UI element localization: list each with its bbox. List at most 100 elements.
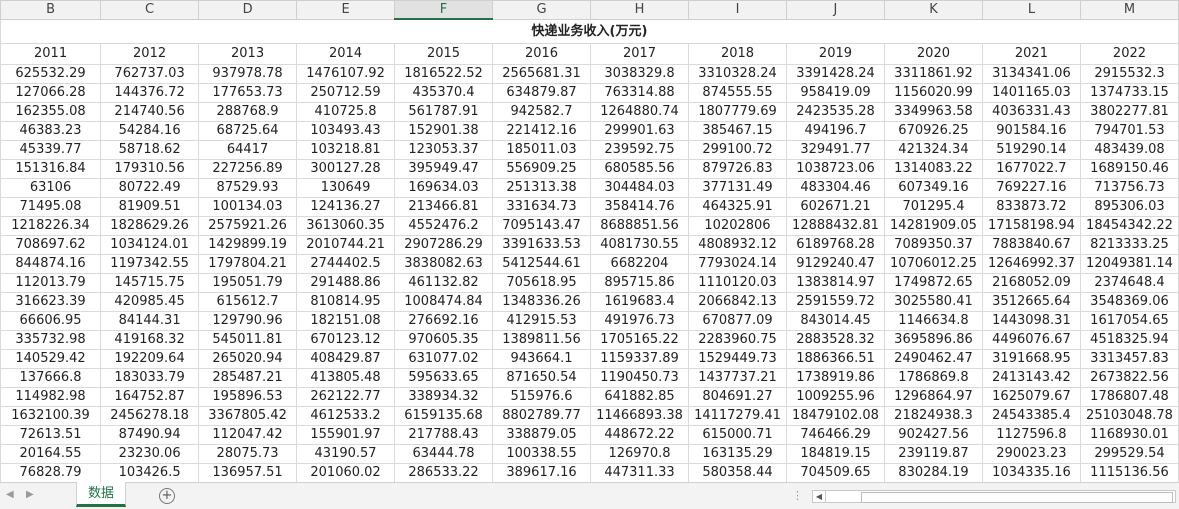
data-cell[interactable]: 81909.51: [100, 197, 200, 217]
data-cell[interactable]: 3367805.42: [198, 406, 298, 426]
data-cell[interactable]: 2423535.28: [785, 102, 885, 122]
data-cell[interactable]: 1529449.73: [688, 349, 787, 369]
data-cell[interactable]: 28075.73: [198, 444, 298, 464]
scroll-left-icon[interactable]: ◀: [813, 491, 826, 502]
year-cell[interactable]: 2016: [492, 43, 592, 65]
data-cell[interactable]: 21824938.3: [883, 406, 983, 426]
data-cell[interactable]: 1625079.67: [981, 387, 1081, 407]
data-cell[interactable]: 213466.81: [394, 197, 494, 217]
data-cell[interactable]: 1401165.03: [981, 83, 1081, 103]
data-cell[interactable]: 580358.44: [688, 463, 787, 482]
data-cell[interactable]: 8802789.77: [492, 406, 592, 426]
data-cell[interactable]: 1146634.8: [883, 311, 983, 331]
data-cell[interactable]: 1115136.56: [1079, 463, 1179, 482]
data-cell[interactable]: 185011.03: [492, 140, 592, 160]
data-cell[interactable]: 299100.72: [688, 140, 787, 160]
data-cell[interactable]: 17158198.94: [981, 216, 1081, 236]
data-cell[interactable]: 3349963.58: [883, 102, 983, 122]
data-cell[interactable]: 389617.16: [492, 463, 592, 482]
year-cell[interactable]: 2018: [688, 43, 787, 65]
data-cell[interactable]: 87490.94: [100, 425, 200, 445]
year-cell[interactable]: 2012: [100, 43, 200, 65]
data-cell[interactable]: 602671.21: [785, 197, 885, 217]
data-cell[interactable]: 1127596.8: [981, 425, 1081, 445]
data-cell[interactable]: 3548369.06: [1079, 292, 1179, 312]
data-cell[interactable]: 250712.59: [296, 83, 396, 103]
data-cell[interactable]: 1008474.84: [394, 292, 494, 312]
data-cell[interactable]: 670926.25: [883, 121, 983, 141]
data-cell[interactable]: 1816522.52: [394, 64, 494, 84]
data-cell[interactable]: 76828.79: [0, 463, 102, 482]
data-cell[interactable]: 72613.51: [0, 425, 102, 445]
data-cell[interactable]: 1264880.74: [590, 102, 689, 122]
data-cell[interactable]: 18479102.08: [785, 406, 885, 426]
data-cell[interactable]: 3313457.83: [1079, 349, 1179, 369]
data-cell[interactable]: 286533.22: [394, 463, 494, 482]
data-cell[interactable]: 447311.33: [590, 463, 689, 482]
data-cell[interactable]: 421324.34: [883, 140, 983, 160]
data-cell[interactable]: 71495.08: [0, 197, 102, 217]
data-cell[interactable]: 1749872.65: [883, 273, 983, 293]
data-cell[interactable]: 435370.4: [394, 83, 494, 103]
data-cell[interactable]: 14117279.41: [688, 406, 787, 426]
data-cell[interactable]: 10706012.25: [883, 254, 983, 274]
splitter-icon[interactable]: ⋮: [792, 489, 803, 503]
data-cell[interactable]: 1383814.97: [785, 273, 885, 293]
data-cell[interactable]: 3802277.81: [1079, 102, 1179, 122]
data-cell[interactable]: 103218.81: [296, 140, 396, 160]
data-cell[interactable]: 1159337.89: [590, 349, 689, 369]
data-cell[interactable]: 1034335.16: [981, 463, 1081, 482]
data-cell[interactable]: 136957.51: [198, 463, 298, 482]
column-header-e[interactable]: E: [296, 0, 396, 20]
data-cell[interactable]: 1190450.73: [590, 368, 689, 388]
data-cell[interactable]: 970605.35: [394, 330, 494, 350]
data-cell[interactable]: 420985.45: [100, 292, 200, 312]
data-cell[interactable]: 843014.45: [785, 311, 885, 331]
data-cell[interactable]: 1828629.26: [100, 216, 200, 236]
column-header-f[interactable]: F: [394, 0, 494, 20]
data-cell[interactable]: 2883528.32: [785, 330, 885, 350]
year-cell[interactable]: 2017: [590, 43, 689, 65]
data-cell[interactable]: 1296864.97: [883, 387, 983, 407]
data-cell[interactable]: 491976.73: [590, 311, 689, 331]
data-cell[interactable]: 1156020.99: [883, 83, 983, 103]
data-cell[interactable]: 66606.95: [0, 311, 102, 331]
data-cell[interactable]: 100134.03: [198, 197, 298, 217]
data-cell[interactable]: 4518325.94: [1079, 330, 1179, 350]
year-cell[interactable]: 2021: [981, 43, 1081, 65]
data-cell[interactable]: 871650.54: [492, 368, 592, 388]
data-cell[interactable]: 833873.72: [981, 197, 1081, 217]
data-cell[interactable]: 3391428.24: [785, 64, 885, 84]
data-cell[interactable]: 54284.16: [100, 121, 200, 141]
data-cell[interactable]: 1617054.65: [1079, 311, 1179, 331]
data-cell[interactable]: 114982.98: [0, 387, 102, 407]
data-cell[interactable]: 87529.93: [198, 178, 298, 198]
data-cell[interactable]: 3695896.86: [883, 330, 983, 350]
data-cell[interactable]: 43190.57: [296, 444, 396, 464]
data-cell[interactable]: 192209.64: [100, 349, 200, 369]
data-cell[interactable]: 129790.96: [198, 311, 298, 331]
data-cell[interactable]: 63106: [0, 178, 102, 198]
column-header-b[interactable]: B: [0, 0, 102, 20]
data-cell[interactable]: 24543385.4: [981, 406, 1081, 426]
data-cell[interactable]: 641882.85: [590, 387, 689, 407]
data-cell[interactable]: 1314083.22: [883, 159, 983, 179]
data-cell[interactable]: 762737.03: [100, 64, 200, 84]
data-cell[interactable]: 1677022.7: [981, 159, 1081, 179]
data-cell[interactable]: 103426.5: [100, 463, 200, 482]
data-cell[interactable]: 958419.09: [785, 83, 885, 103]
data-cell[interactable]: 2907286.29: [394, 235, 494, 255]
column-header-c[interactable]: C: [100, 0, 200, 20]
data-cell[interactable]: 615000.71: [688, 425, 787, 445]
prev-sheet-icon[interactable]: ◀: [6, 489, 14, 500]
data-cell[interactable]: 12049381.14: [1079, 254, 1179, 274]
add-sheet-icon[interactable]: +: [159, 488, 175, 504]
column-header-g[interactable]: G: [492, 0, 592, 20]
sheet-tab-data[interactable]: 数据: [76, 482, 126, 507]
data-cell[interactable]: 285487.21: [198, 368, 298, 388]
data-cell[interactable]: 2915532.3: [1079, 64, 1179, 84]
data-cell[interactable]: 25103048.78: [1079, 406, 1179, 426]
data-cell[interactable]: 239592.75: [590, 140, 689, 160]
data-cell[interactable]: 7095143.47: [492, 216, 592, 236]
data-cell[interactable]: 1389811.56: [492, 330, 592, 350]
